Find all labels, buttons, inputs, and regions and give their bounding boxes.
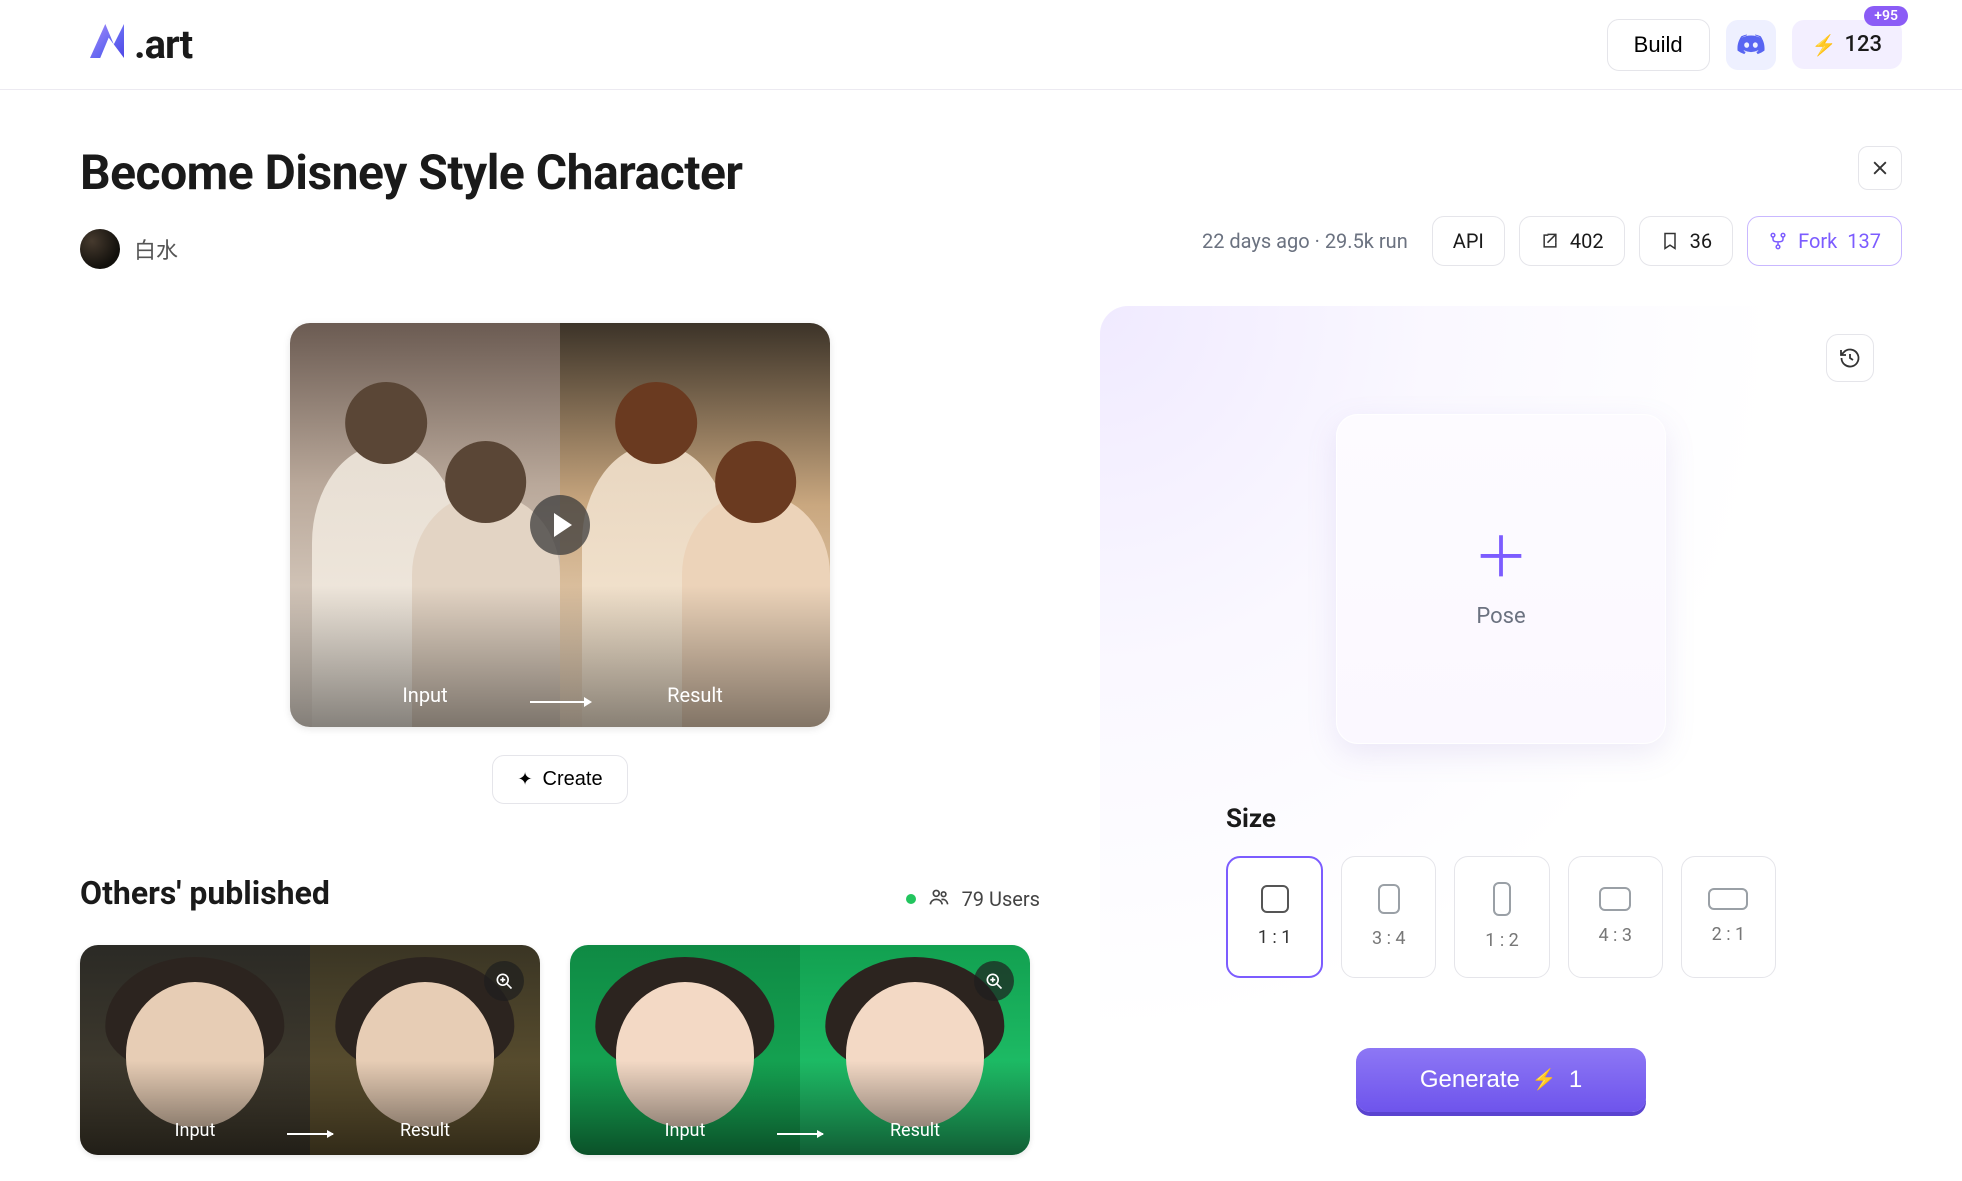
size-section: Size 1 : 1 3 : 4 1 : 2 4 : 3 2 : 1 [1156, 804, 1846, 978]
hero-input-image: Input [290, 323, 560, 727]
author-name[interactable]: 白水 [134, 233, 178, 265]
size-option-1:2[interactable]: 1 : 2 [1454, 856, 1549, 978]
ratio-box-icon [1708, 888, 1748, 910]
gallery-card-1[interactable]: Input Result [80, 945, 540, 1155]
arrow-icon [777, 1133, 823, 1135]
gallery-card-2[interactable]: Input Result [570, 945, 1030, 1155]
meta-text: 22 days ago · 29.5k run [1202, 229, 1408, 253]
author-row: 白水 [80, 229, 1040, 269]
bookmark-icon [1660, 231, 1680, 251]
play-button[interactable] [530, 495, 590, 555]
zoom-button[interactable] [484, 961, 524, 1001]
size-option-3:4[interactable]: 3 : 4 [1341, 856, 1436, 978]
share-icon [1540, 231, 1560, 251]
fork-label: Fork [1798, 229, 1837, 253]
share-button[interactable]: 402 [1519, 216, 1625, 266]
right-column: 22 days ago · 29.5k run API 402 36 Fork … [1100, 130, 1902, 1172]
generate-cost: 1 [1569, 1066, 1582, 1094]
api-label: API [1453, 229, 1484, 253]
content: Become Disney Style Character 白水 Input R… [0, 90, 1962, 1172]
header-actions: Build ⚡ 123 +95 [1607, 19, 1902, 71]
others-meta: 79 Users [906, 886, 1040, 913]
users-count: 79 Users [962, 887, 1040, 911]
header: .art Build ⚡ 123 +95 [0, 0, 1962, 90]
ratio-label: 2 : 1 [1712, 924, 1746, 945]
gallery-1-input: Input [80, 945, 310, 1155]
generate-label: Generate [1420, 1066, 1520, 1094]
ratio-box-icon [1493, 882, 1511, 916]
generate-button[interactable]: Generate ⚡ 1 [1356, 1048, 1646, 1112]
bolt-icon: ⚡ [1532, 1067, 1557, 1092]
close-icon [1870, 158, 1890, 178]
bookmark-count: 36 [1690, 229, 1712, 253]
generate-panel: ＋ Pose Size 1 : 1 3 : 4 1 : 2 4 : 3 2 : 1 Ge… [1100, 306, 1902, 1172]
ratio-box-icon [1599, 887, 1631, 911]
close-button[interactable] [1858, 146, 1902, 190]
ratio-label: 3 : 4 [1372, 928, 1406, 949]
build-button-label: Build [1634, 32, 1683, 57]
gallery-2-result-label: Result [800, 1120, 1030, 1141]
author-avatar[interactable] [80, 229, 120, 269]
create-button-label: Create [543, 768, 603, 791]
page-title: Become Disney Style Character [80, 144, 1040, 201]
online-dot-icon [906, 894, 916, 904]
logo-text: .art [134, 21, 192, 68]
build-button[interactable]: Build [1607, 19, 1710, 71]
discord-button[interactable] [1726, 20, 1776, 70]
credits-value: 123 [1844, 32, 1882, 57]
others-header: Others' published 79 Users [80, 874, 1040, 913]
plus-icon: ＋ [1473, 530, 1529, 586]
logo[interactable]: .art [90, 21, 192, 68]
upload-label: Pose [1476, 604, 1525, 629]
hero-card[interactable]: Input Result [290, 323, 830, 727]
gallery-2-input-label: Input [570, 1120, 800, 1141]
fork-count: 137 [1847, 229, 1881, 253]
ratio-box-icon [1261, 885, 1289, 913]
history-icon [1838, 346, 1862, 370]
discord-icon [1737, 34, 1765, 56]
logo-mark-icon [90, 24, 124, 58]
arrow-icon [530, 701, 590, 703]
arrow-icon [287, 1133, 333, 1135]
history-button[interactable] [1826, 334, 1874, 382]
fork-button[interactable]: Fork 137 [1747, 216, 1902, 266]
ratio-label: 1 : 2 [1485, 930, 1519, 951]
size-option-2:1[interactable]: 2 : 1 [1681, 856, 1776, 978]
zoom-icon [494, 971, 514, 991]
fork-icon [1768, 231, 1788, 251]
gallery-1-result-label: Result [310, 1120, 540, 1141]
gallery: Input Result Input Result [80, 945, 1040, 1155]
others-title: Others' published [80, 874, 330, 912]
hero: Input Result ✦ Create [80, 323, 1040, 804]
zoom-icon [984, 971, 1004, 991]
ratio-label: 1 : 1 [1258, 927, 1292, 948]
size-option-4:3[interactable]: 4 : 3 [1568, 856, 1663, 978]
upload-pose-card[interactable]: ＋ Pose [1336, 414, 1666, 744]
ratio-box-icon [1378, 884, 1400, 914]
bolt-icon: ⚡ [1812, 33, 1837, 57]
api-button[interactable]: API [1432, 216, 1505, 266]
gallery-1-input-label: Input [80, 1120, 310, 1141]
credits-pill[interactable]: ⚡ 123 +95 [1792, 20, 1902, 69]
share-count: 402 [1570, 229, 1604, 253]
size-option-1:1[interactable]: 1 : 1 [1226, 856, 1323, 978]
ratio-label: 4 : 3 [1598, 925, 1632, 946]
create-button[interactable]: ✦ Create [492, 755, 627, 804]
zoom-button[interactable] [974, 961, 1014, 1001]
left-column: Become Disney Style Character 白水 Input R… [80, 130, 1040, 1172]
hero-result-label: Result [560, 683, 830, 707]
users-icon [928, 886, 950, 913]
size-title: Size [1226, 804, 1776, 834]
hero-result-image: Result [560, 323, 830, 727]
size-options: 1 : 1 3 : 4 1 : 2 4 : 3 2 : 1 [1226, 856, 1776, 978]
meta-row: 22 days ago · 29.5k run API 402 36 Fork … [1100, 216, 1902, 266]
gallery-2-input: Input [570, 945, 800, 1155]
hero-input-label: Input [290, 683, 560, 707]
sparkle-icon: ✦ [517, 769, 532, 790]
credits-badge: +95 [1864, 6, 1908, 26]
bookmark-button[interactable]: 36 [1639, 216, 1733, 266]
